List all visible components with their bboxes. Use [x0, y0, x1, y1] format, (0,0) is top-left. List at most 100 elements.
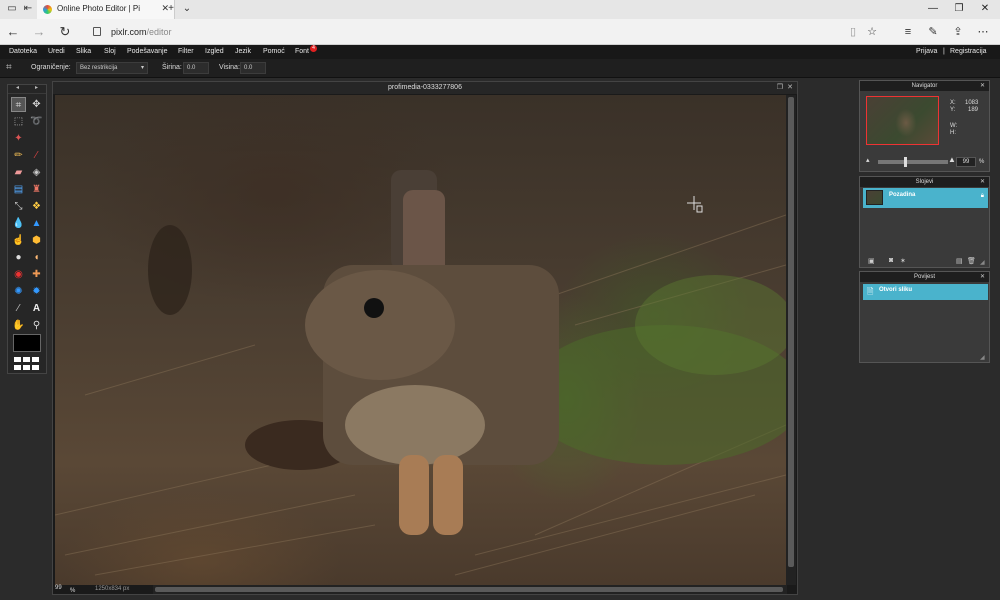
notes-icon[interactable]: ✎ [925, 24, 941, 40]
foreground-color-swatch[interactable] [13, 334, 41, 352]
layer-settings-icon[interactable]: ▣ [868, 257, 875, 265]
layer-lock-icon[interactable]: 🔒︎ [981, 193, 984, 200]
back-to-tabs-icon[interactable]: ⇤ [22, 3, 34, 15]
height-label: Visina: [219, 64, 240, 71]
bloat-tool-icon[interactable]: ✺ [11, 284, 26, 299]
close-history-icon[interactable]: ✕ [980, 272, 985, 282]
lock-icon [93, 27, 101, 37]
close-layers-icon[interactable]: ✕ [980, 177, 985, 187]
sharpen-tool-icon[interactable]: ▲ [29, 216, 44, 231]
layer-thumbnail [866, 190, 883, 205]
close-window-icon[interactable]: ✕ [974, 2, 996, 16]
grid-cell [14, 365, 21, 370]
rabbit-head [305, 270, 455, 380]
rabbit-eye [364, 298, 384, 318]
close-navigator-icon[interactable]: ✕ [980, 81, 985, 91]
vertical-scrollbar[interactable] [786, 95, 796, 585]
rabbit-photo [55, 170, 786, 576]
crop-tool-icon[interactable]: ⌗ [11, 97, 26, 112]
dodge-tool-icon[interactable]: ◖ [29, 250, 44, 265]
brush-tool-icon[interactable]: ⁄ [29, 148, 44, 163]
grid-cell [23, 365, 30, 370]
tab-manager-icon[interactable]: ▭ [6, 3, 18, 15]
red-eye-tool-icon[interactable]: ◉ [11, 267, 26, 282]
login-link[interactable]: Prijava [916, 48, 937, 55]
lasso-tool-icon[interactable]: ➰ [29, 114, 44, 129]
delete-layer-icon[interactable]: 🗑︎ [967, 257, 976, 265]
pinch-tool-icon[interactable]: ✹ [29, 284, 44, 299]
register-link[interactable]: Registracija [950, 48, 987, 55]
burn-tool-icon[interactable]: ● [11, 250, 26, 265]
type-tool-icon[interactable]: A [29, 301, 44, 316]
clone-stamp-tool-icon[interactable]: ♜ [29, 182, 44, 197]
browser-tab[interactable]: Online Photo Editor | Pi ✕ [37, 0, 175, 19]
marquee-tool-icon[interactable]: ⬚ [11, 114, 26, 129]
menu-datoteka[interactable]: Datoteka [9, 48, 37, 55]
gradient-tool-icon[interactable]: ▤ [11, 182, 26, 197]
collapse-right-icon[interactable]: ▸ [35, 84, 38, 91]
zoom-slider-knob[interactable] [904, 157, 907, 167]
refresh-icon[interactable]: ↻ [57, 24, 73, 40]
height-input[interactable]: 0.0 [240, 62, 266, 74]
color-replace-tool-icon[interactable]: ⤡ [11, 199, 26, 214]
hub-icon[interactable]: ≡ [900, 24, 916, 40]
menu-izgled[interactable]: Izgled [205, 48, 224, 55]
reading-view-icon[interactable]: ▯ [845, 24, 861, 40]
app-menu-bar: Datoteka Uredi Slika Sloj Podešavanje Fi… [0, 45, 1000, 59]
zoom-out-icon[interactable]: ▴ [866, 156, 870, 164]
back-icon[interactable]: ← [5, 24, 21, 40]
pencil-tool-icon[interactable]: ✏ [11, 148, 26, 163]
tab-dropdown-icon[interactable]: ⌄ [181, 3, 193, 15]
image-canvas[interactable] [55, 95, 786, 585]
menu-jezik[interactable]: Jezik [235, 48, 251, 55]
favorite-star-icon[interactable]: ☆ [864, 24, 880, 40]
horizontal-scroll-thumb[interactable] [155, 587, 783, 592]
menu-sloj[interactable]: Sloj [104, 48, 116, 55]
maximize-document-icon[interactable]: ❐ [777, 82, 783, 94]
history-item-label: Otvori sliku [879, 287, 913, 293]
collapse-left-icon[interactable]: ◂ [16, 84, 19, 91]
color-picker-tool-icon[interactable]: ⁄ [11, 301, 26, 316]
url-field[interactable]: pixlr.com/editor [93, 24, 833, 40]
drawing-tool-icon[interactable]: ❖ [29, 199, 44, 214]
zoom-tool-icon[interactable]: ⚲ [29, 318, 44, 333]
layer-mask-icon[interactable]: ◙ [889, 257, 893, 264]
vertical-scroll-thumb[interactable] [788, 97, 794, 567]
menu-font[interactable]: Font 4 [295, 45, 317, 55]
more-icon[interactable]: ⋯ [975, 24, 991, 40]
resize-handle-icon[interactable]: ◢ [980, 354, 985, 361]
move-tool-icon[interactable]: ✥ [29, 97, 44, 112]
hand-tool-icon[interactable]: ✋ [11, 318, 26, 333]
horizontal-scrollbar[interactable] [153, 585, 787, 594]
menu-uredi[interactable]: Uredi [48, 48, 65, 55]
resize-handle-icon[interactable]: ◢ [980, 259, 985, 266]
new-layer-icon[interactable]: ▤ [956, 257, 963, 265]
magic-wand-tool-icon[interactable]: ✦ [11, 131, 26, 146]
layer-row[interactable]: Pozadina 🔒︎ [863, 188, 988, 208]
menu-podesavanje[interactable]: Podešavanje [127, 48, 167, 55]
new-tab-icon[interactable]: + [165, 3, 177, 15]
layer-styles-icon[interactable]: ✶ [900, 257, 906, 265]
eraser-tool-icon[interactable]: ▰ [11, 165, 26, 180]
share-icon[interactable]: ⇪ [950, 24, 966, 40]
zoom-level-input[interactable]: 99 [55, 585, 62, 591]
width-input[interactable]: 0.0 [183, 62, 209, 74]
constraint-select[interactable]: Bez restrikcija ▾ [76, 62, 148, 74]
forward-icon[interactable]: → [31, 24, 47, 40]
sponge-tool-icon[interactable]: ⬢ [29, 233, 44, 248]
navigator-zoom-input[interactable]: 99 [956, 157, 976, 167]
close-document-icon[interactable]: ✕ [787, 82, 793, 94]
history-row[interactable]: 🗎︎ Otvori sliku [863, 284, 988, 300]
zoom-in-icon[interactable]: ▲ [948, 155, 956, 164]
paint-bucket-tool-icon[interactable]: ◈ [29, 165, 44, 180]
blur-tool-icon[interactable]: 💧 [11, 216, 26, 231]
minimize-icon[interactable]: — [922, 2, 944, 16]
navigator-thumbnail[interactable] [866, 96, 939, 145]
spot-heal-tool-icon[interactable]: ✚ [29, 267, 44, 282]
menu-filter[interactable]: Filter [178, 48, 194, 55]
smudge-tool-icon[interactable]: ☝ [11, 233, 26, 248]
menu-slika[interactable]: Slika [76, 48, 91, 55]
restore-icon[interactable]: ❐ [948, 2, 970, 16]
zoom-slider[interactable] [878, 157, 948, 167]
menu-pomoc[interactable]: Pomoć [263, 48, 285, 55]
